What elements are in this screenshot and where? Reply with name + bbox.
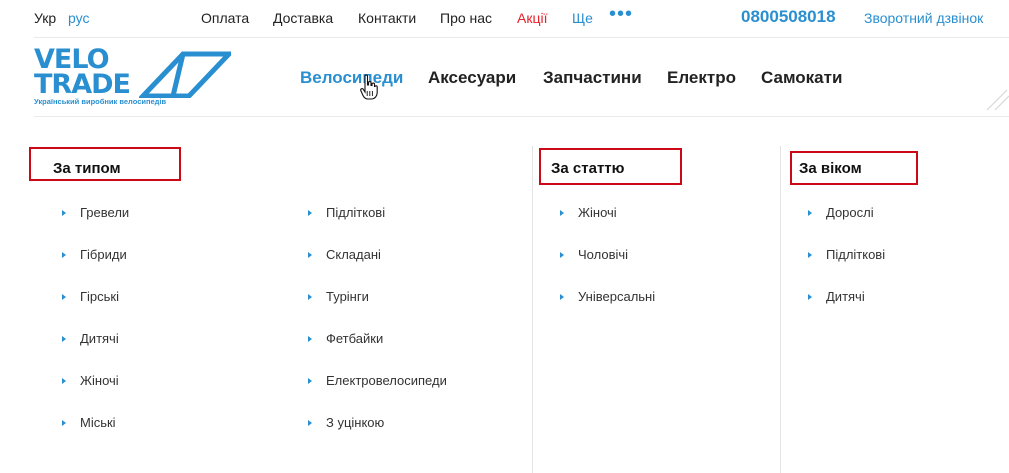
logo-mark-icon [139, 51, 231, 98]
more-dots-icon[interactable]: ••• [609, 3, 633, 26]
bullet-icon [62, 335, 66, 342]
menu-item-label: Універсальні [578, 289, 656, 304]
menu-item-touring[interactable]: Турінги [308, 289, 369, 304]
bullet-icon [308, 335, 312, 342]
bullet-icon [808, 209, 812, 216]
bullet-icon [308, 251, 312, 258]
menu-item-label: Підліткові [826, 247, 886, 262]
heading-by-age: За віком [799, 160, 862, 177]
menu-item-label: Гревели [80, 205, 130, 220]
menu-item-label: Чоловічі [578, 247, 629, 262]
menu-item-folding[interactable]: Складані [308, 247, 381, 262]
menu-item-male[interactable]: Чоловічі [560, 247, 628, 262]
top-bar: Укр рус Оплата Доставка Контакти Про нас… [0, 0, 1009, 36]
top-link-contacts[interactable]: Контакти [358, 10, 416, 26]
bullet-icon [62, 419, 66, 426]
corner-decoration-icon [986, 89, 1009, 111]
menu-item-women[interactable]: Жіночі [62, 373, 119, 388]
top-link-about[interactable]: Про нас [440, 10, 492, 26]
bullet-icon [308, 419, 312, 426]
menu-item-kids[interactable]: Дитячі [62, 331, 119, 346]
menu-item-label: Складані [326, 247, 381, 262]
hand-cursor-icon [360, 74, 378, 100]
top-link-payment[interactable]: Оплата [201, 10, 249, 26]
nav-bicycles[interactable]: Велосипеди [300, 68, 403, 88]
bullet-icon [62, 209, 66, 216]
menu-item-city[interactable]: Міські [62, 415, 116, 430]
menu-item-label: Електровелосипеди [326, 373, 447, 388]
menu-item-label: Фетбайки [326, 331, 384, 346]
nav-accessories[interactable]: Аксесуари [428, 68, 516, 88]
menu-item-label: Гірські [80, 289, 120, 304]
bullet-icon [62, 293, 66, 300]
menu-item-ebike[interactable]: Електровелосипеди [308, 373, 447, 388]
nav-electro[interactable]: Електро [667, 68, 736, 88]
bullet-icon [308, 293, 312, 300]
menu-item-label: Дорослі [826, 205, 874, 220]
menu-item-label: Підліткові [326, 205, 386, 220]
lang-rus-link[interactable]: рус [68, 10, 89, 26]
column-divider [780, 146, 781, 473]
menu-item-label: Жіночі [578, 205, 617, 220]
menu-item-label: З уцінкою [326, 415, 385, 430]
bullet-icon [808, 251, 812, 258]
lang-ukr-link[interactable]: Укр [34, 10, 56, 26]
bullet-icon [560, 293, 564, 300]
nav-scooters[interactable]: Самокати [761, 68, 842, 88]
menu-item-discounted[interactable]: З уцінкою [308, 415, 384, 430]
bullet-icon [62, 377, 66, 384]
header-divider [34, 116, 1009, 117]
top-link-more[interactable]: Ще [572, 10, 593, 26]
menu-item-gravel[interactable]: Гревели [62, 205, 129, 220]
menu-item-mountain[interactable]: Гірські [62, 289, 119, 304]
menu-item-label: Дитячі [80, 331, 119, 346]
heading-by-gender: За статтю [551, 160, 625, 177]
logo-text-trade: TRADE [34, 69, 131, 100]
menu-item-label: Турінги [326, 289, 369, 304]
menu-item-female[interactable]: Жіночі [560, 205, 617, 220]
logo[interactable]: VELO TRADE Український виробник велосипе… [34, 46, 234, 108]
bullet-icon [560, 251, 564, 258]
bullet-icon [808, 293, 812, 300]
logo-tagline: Український виробник велосипедів [34, 97, 167, 106]
callback-link[interactable]: Зворотний дзвінок [864, 10, 983, 26]
column-divider [532, 146, 533, 473]
top-link-promotions[interactable]: Акції [517, 10, 547, 26]
menu-item-label: Міські [80, 415, 116, 430]
menu-item-teen[interactable]: Підліткові [308, 205, 385, 220]
menu-item-hybrid[interactable]: Гібриди [62, 247, 127, 262]
phone-number[interactable]: 0800508018 [741, 7, 836, 27]
bullet-icon [308, 377, 312, 384]
menu-item-teenage[interactable]: Підліткові [808, 247, 885, 262]
bullet-icon [62, 251, 66, 258]
menu-item-label: Гібриди [80, 247, 127, 262]
top-link-delivery[interactable]: Доставка [273, 10, 333, 26]
menu-item-unisex[interactable]: Універсальні [560, 289, 655, 304]
menu-item-fatbike[interactable]: Фетбайки [308, 331, 383, 346]
menu-item-label: Дитячі [826, 289, 865, 304]
nav-parts[interactable]: Запчастини [543, 68, 642, 88]
menu-item-children[interactable]: Дитячі [808, 289, 865, 304]
top-divider [34, 37, 1009, 38]
bullet-icon [560, 209, 564, 216]
menu-item-label: Жіночі [80, 373, 119, 388]
menu-item-adult[interactable]: Дорослі [808, 205, 874, 220]
bullet-icon [308, 209, 312, 216]
heading-by-type: За типом [53, 160, 121, 177]
